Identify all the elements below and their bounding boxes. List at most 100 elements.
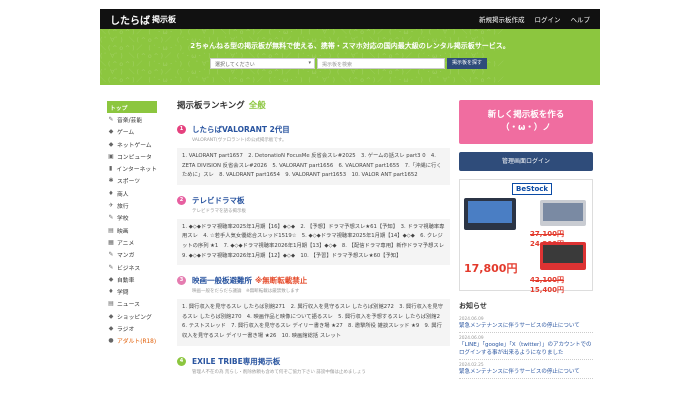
- chevron-down-icon: ▾: [308, 60, 311, 66]
- sidebar-item-label: ネットゲーム: [117, 142, 152, 149]
- category-icon: ▤: [108, 300, 114, 308]
- top-links: 新規掲示板作成 ログイン ヘルプ: [479, 14, 590, 24]
- board-description: VALORANT(ヴァロラント)の公式掲示板です。: [192, 138, 287, 143]
- logo-sub: 掲示板: [152, 14, 176, 24]
- category-icon: ●: [108, 337, 114, 345]
- sidebar-item[interactable]: ✈ 旅行: [107, 199, 157, 211]
- sidebar-item[interactable]: ● アダルト(R18): [107, 335, 157, 347]
- category-icon: ▤: [108, 226, 114, 234]
- category-icon: ✎: [108, 263, 114, 271]
- page-title: 掲示板ランキング 全般: [177, 99, 450, 111]
- ad-price-2-old: 42,100円: [530, 276, 565, 284]
- sidebar-item[interactable]: ▤ ニュース: [107, 298, 157, 310]
- sidebar-item[interactable]: ▮ インターネット: [107, 162, 157, 174]
- sidebar-item-label: 商人: [117, 191, 129, 198]
- category-icon: ▮: [109, 165, 113, 173]
- sidebar-item-label: アダルト(R18): [117, 339, 157, 346]
- notice-item: 2024.02.25 緊急メンテナンスに伴うサービスの停止について: [459, 363, 593, 379]
- sidebar-item[interactable]: ✎ マンガ: [107, 249, 157, 261]
- sidebar-item[interactable]: ◆ ネットゲーム: [107, 138, 157, 150]
- sidebar-item[interactable]: ◆ ゲーム: [107, 126, 157, 138]
- create-board-button[interactable]: 新しく掲示板を作る （・ω・）ノ: [459, 100, 593, 144]
- sidebar-item-label: 学問: [117, 290, 129, 297]
- board-link[interactable]: テレビドラマ板: [192, 195, 245, 206]
- board-description: テレビドラマを語る掲示板: [192, 208, 246, 214]
- board-link[interactable]: 映画一般板避難所 ※無断転載禁止: [192, 275, 307, 286]
- create-board-label: 新しく掲示板を作る: [487, 110, 565, 120]
- sidebar-item[interactable]: ✱ スポーツ: [107, 175, 157, 187]
- create-board-link[interactable]: 新規掲示板作成: [479, 14, 525, 24]
- sidebar-item[interactable]: トップ: [107, 101, 157, 114]
- login-link[interactable]: ログイン: [535, 14, 561, 24]
- board-description: 映画一般をだらだら議論 ※無断転載は厳禁致します: [192, 289, 300, 295]
- notice-link[interactable]: 緊急メンテナンスに伴うサービスの停止について: [459, 322, 593, 330]
- rank-number: 2: [177, 195, 186, 205]
- sidebar-item[interactable]: ▦ アニメ: [107, 236, 157, 248]
- board-warning: ※無断転載禁止: [255, 276, 308, 286]
- site-logo[interactable]: したらば 掲示板: [110, 12, 176, 27]
- notice-link[interactable]: 「LINE」「google」「X（twitter）」のアカウントでのログインする…: [459, 341, 593, 357]
- sidebar-item-label: ビジネス: [117, 265, 141, 272]
- sidebar-item[interactable]: ◆ 自動車: [107, 273, 157, 285]
- sidebar-item[interactable]: ✎ 音楽/芸能: [107, 113, 157, 125]
- ranking-entry: 2 テレビドラマ板: [177, 195, 450, 206]
- sidebar-item-label: 旅行: [117, 204, 129, 211]
- sidebar-item-label: 映画: [117, 228, 129, 235]
- sidebar-item-label: マンガ: [117, 253, 135, 260]
- category-icon: ◆: [108, 140, 114, 148]
- notice-list: 2024.06.09 緊急メンテナンスに伴うサービスの停止について 2024.06.…: [459, 317, 593, 379]
- category-icon: ◆: [108, 275, 114, 283]
- search-button[interactable]: 掲示板を探す: [447, 58, 487, 69]
- category-icon: ◆: [108, 128, 114, 136]
- admin-login-button[interactable]: 管理画面ログイン: [459, 152, 593, 171]
- notice-link[interactable]: 緊急メンテナンスに伴うサービスの停止について: [459, 368, 593, 376]
- ad-laptop-image-3: [540, 242, 586, 270]
- category-icon: ✎: [108, 251, 114, 259]
- main-content: 掲示板ランキング 全般 1 したらばVALORANT 2代目 VALORANT(ヴァロ…: [177, 99, 450, 380]
- hero-tagline: 2ちゃんねる型の掲示板が無料で使える、携帯・スマホ対応の国内最大級のレンタル掲示…: [190, 42, 510, 50]
- category-select[interactable]: 選択してください ▾: [210, 58, 315, 69]
- ranking-entry: 1 したらばVALORANT 2代目: [177, 124, 450, 135]
- sidebar-item[interactable]: ◆ ラジオ: [107, 322, 157, 334]
- ad-price-1-old: 27,100円: [530, 230, 565, 238]
- advertisement[interactable]: BeStock 27,100円24,200円 17,800円 42,100円15…: [459, 179, 593, 294]
- category-sidebar: トップ ✎ 音楽/芸能 ◆ ゲーム ◆ ネットゲーム ▣ コンピュータ ▮ インターネット ✱ スポーツ…: [107, 101, 157, 347]
- create-board-face: （・ω・）ノ: [501, 123, 551, 133]
- category-icon: ✎: [108, 214, 114, 222]
- category-icon: ✱: [108, 177, 114, 185]
- board-name: 映画一般板避難所: [192, 276, 252, 286]
- sidebar-item-label: コンピュータ: [117, 154, 152, 161]
- hero-banner: ＼(^o^)／ (´･ω･`) ( ﾟ∀ﾟ) ＼(^o^)／ (´･ω･`) (…: [100, 29, 600, 85]
- sidebar-item-label: ニュース: [117, 302, 140, 309]
- sidebar-item[interactable]: ✎ ビジネス: [107, 261, 157, 273]
- help-link[interactable]: ヘルプ: [571, 14, 591, 24]
- thread-list[interactable]: 1. VALORANT part1657 2. DetonatioN Focus…: [177, 148, 450, 185]
- sidebar-item[interactable]: ✎ 学校: [107, 212, 157, 224]
- sidebar-item[interactable]: ▤ 映画: [107, 224, 157, 236]
- ranking-entry: 4 EXILE TRIBE専用掲示板: [177, 356, 450, 367]
- category-select-value: 選択してください: [215, 62, 255, 68]
- category-icon: ♦: [108, 189, 114, 197]
- rank-number: 4: [177, 356, 186, 366]
- ad-big-price: 17,800円: [464, 262, 518, 275]
- notice-item: 2024.06.09 緊急メンテナンスに伴うサービスの停止について: [459, 317, 593, 333]
- board-link[interactable]: EXILE TRIBE専用掲示板: [192, 356, 280, 367]
- thread-list[interactable]: 1. 興行収入を見守るスレ したらば別館271 2. 興行収入を見守るスレ した…: [177, 299, 450, 346]
- sidebar-item[interactable]: ♦ 商人: [107, 187, 157, 199]
- category-icon: ✎: [108, 115, 114, 123]
- thread-list[interactable]: 1. ◆◇◆ドラマ視聴率2025年1月期【16】◆◇◆ 2. 【予想】ドラマ予想…: [177, 218, 450, 266]
- rank-number: 3: [177, 276, 186, 286]
- search-input[interactable]: 掲示板を検索: [317, 58, 445, 69]
- ad-laptop-image: [464, 198, 516, 230]
- ranking-list: 1 したらばVALORANT 2代目 VALORANT(ヴァロラント)の公式掲示板で…: [177, 124, 450, 375]
- sidebar-item-label: アニメ: [117, 240, 135, 247]
- board-name: EXILE TRIBE専用掲示板: [192, 356, 281, 366]
- sidebar-item-label: 自動車: [117, 277, 135, 284]
- sidebar-item[interactable]: ♦ 学問: [107, 285, 157, 297]
- sidebar-item[interactable]: ▣ コンピュータ: [107, 150, 157, 162]
- page-title-text: 掲示板ランキング: [177, 101, 245, 111]
- sidebar-item[interactable]: ◆ ショッピング: [107, 310, 157, 322]
- page-title-scope: 全般: [248, 101, 266, 111]
- sidebar-item-label: ゲーム: [117, 130, 135, 137]
- board-link[interactable]: したらばVALORANT 2代目: [192, 124, 290, 135]
